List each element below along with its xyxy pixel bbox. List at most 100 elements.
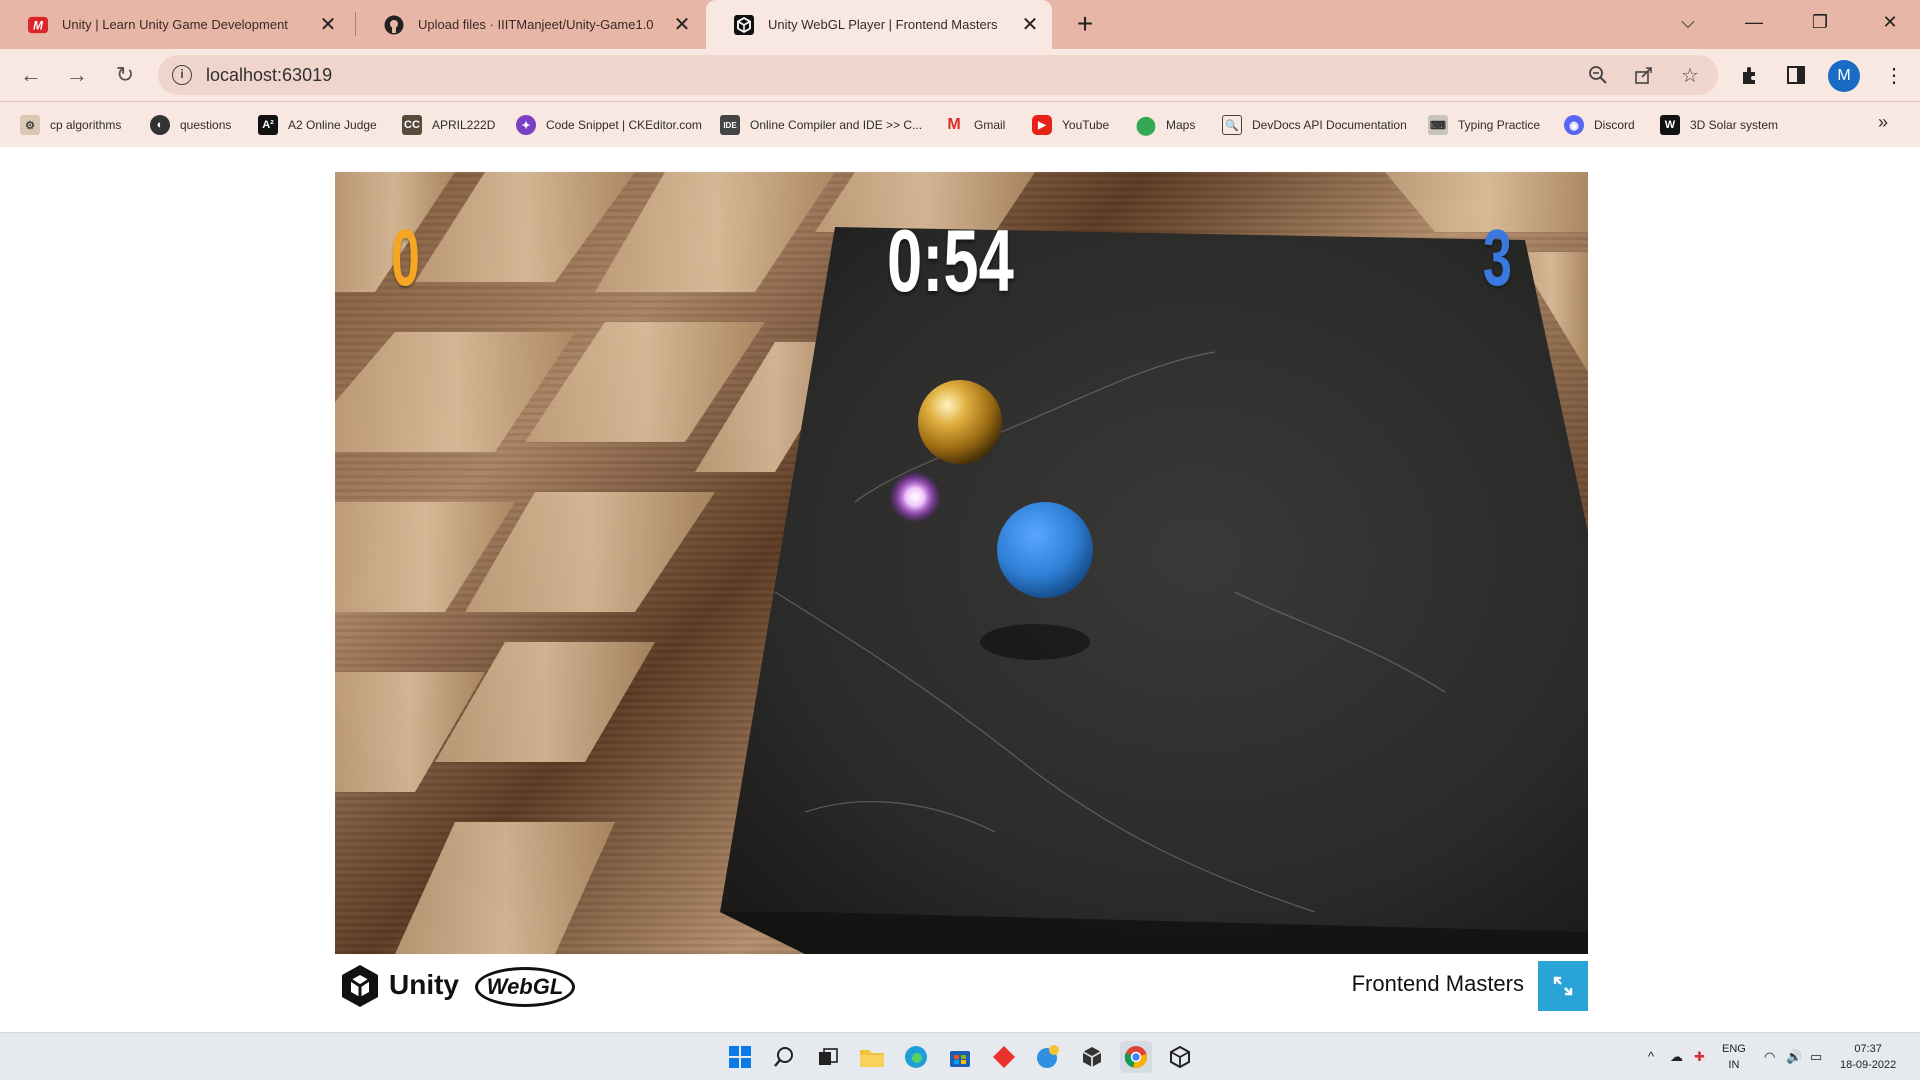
webgl-logo: WebGL: [475, 967, 575, 1007]
github-icon: [384, 15, 404, 35]
globe-icon: ◐: [150, 115, 170, 135]
bookmark-april222d[interactable]: CC APRIL222D: [402, 112, 495, 138]
wifi-icon[interactable]: ◠: [1764, 1049, 1775, 1065]
unity-hub-icon[interactable]: [1076, 1041, 1108, 1073]
close-window-icon[interactable]: ✕: [1862, 0, 1918, 44]
search-icon[interactable]: [768, 1041, 800, 1073]
forward-arrow-icon[interactable]: →: [62, 60, 92, 90]
bookmark-a2-online-judge[interactable]: A² A2 Online Judge: [258, 112, 377, 138]
tab-unity-learn[interactable]: M Unity | Learn Unity Game Development ✕: [0, 0, 350, 49]
product-name: Frontend Masters: [1351, 971, 1524, 996]
svg-text:M: M: [33, 18, 44, 32]
blue-ball: [997, 502, 1093, 598]
close-icon[interactable]: ✕: [316, 13, 340, 37]
marble-platform: [720, 227, 1588, 954]
tab-unity-webgl[interactable]: Unity WebGL Player | Frontend Masters ✕: [706, 0, 1052, 49]
task-view-icon[interactable]: [812, 1041, 844, 1073]
store-icon[interactable]: [944, 1041, 976, 1073]
bookmark-youtube[interactable]: ▶ YouTube: [1032, 112, 1109, 138]
close-icon[interactable]: ✕: [670, 13, 694, 37]
bookmarks-bar: ⚙ cp algorithms ◐ questions A² A2 Online…: [0, 101, 1920, 147]
reload-icon[interactable]: ↻: [110, 60, 140, 90]
extensions-icon[interactable]: [1736, 61, 1764, 89]
tab-title: Unity | Learn Unity Game Development: [62, 17, 288, 32]
bookmark-typing-practice[interactable]: ⌨ Typing Practice: [1428, 112, 1540, 138]
devdocs-icon: 🔍: [1222, 115, 1242, 135]
address-url[interactable]: localhost:63019: [206, 65, 332, 86]
unity-editor-icon[interactable]: [1164, 1041, 1196, 1073]
bookmark-label: APRIL222D: [432, 118, 496, 132]
pickup-orb: [889, 471, 941, 523]
bookmark-label: YouTube: [1062, 118, 1110, 132]
weather-app-icon[interactable]: [1032, 1041, 1064, 1073]
bookmark-3d-solar-system[interactable]: W 3D Solar system: [1660, 112, 1778, 138]
bookmark-ckeditor[interactable]: ✦ Code Snippet | CKEditor.com: [516, 112, 702, 138]
tab-strip: M Unity | Learn Unity Game Development ✕…: [0, 0, 1920, 49]
tab-github-upload[interactable]: Upload files · IIITManjeet/Unity-Game1.0…: [356, 0, 704, 49]
gold-ball: [918, 380, 1002, 464]
bookmark-maps[interactable]: ⬤ Maps: [1136, 112, 1195, 138]
system-clock[interactable]: 07:37 18-09-2022: [1840, 1041, 1896, 1073]
game-timer: 0:54: [887, 211, 1014, 310]
bookmark-label: 3D Solar system: [1690, 118, 1779, 132]
language-indicator[interactable]: ENG IN: [1722, 1041, 1746, 1073]
right-score: 3: [1483, 213, 1512, 302]
fullscreen-button[interactable]: [1538, 961, 1588, 1011]
bookmark-label: A2 Online Judge: [288, 118, 377, 132]
new-tab-button[interactable]: +: [1070, 10, 1100, 40]
antivirus-icon[interactable]: ✚: [1694, 1049, 1705, 1065]
left-score: 0: [391, 213, 420, 302]
menu-kebab-icon[interactable]: ⋮: [1880, 61, 1908, 89]
unity-canvas[interactable]: 0 0:54 3: [335, 172, 1588, 954]
share-icon[interactable]: [1632, 63, 1656, 87]
unity-learn-icon: M: [28, 15, 48, 35]
chrome-icon[interactable]: [1120, 1041, 1152, 1073]
ckeditor-icon: ✦: [516, 115, 536, 135]
side-panel-icon[interactable]: [1782, 61, 1810, 89]
bookmark-devdocs[interactable]: 🔍 DevDocs API Documentation: [1222, 112, 1407, 138]
bookmark-discord[interactable]: ◉ Discord: [1564, 112, 1635, 138]
back-arrow-icon[interactable]: ←: [16, 60, 46, 90]
bookmark-star-icon[interactable]: ☆: [1678, 63, 1702, 87]
minimize-icon[interactable]: —: [1726, 0, 1782, 44]
maps-icon: ⬤: [1135, 114, 1157, 135]
battery-icon[interactable]: ▭: [1810, 1049, 1822, 1065]
bookmark-questions[interactable]: ◐ questions: [150, 112, 231, 138]
cp-algorithms-icon: ⚙: [20, 115, 40, 135]
site-info-icon[interactable]: i: [172, 65, 192, 85]
address-bar[interactable]: i localhost:63019 ☆: [158, 55, 1718, 95]
volume-icon[interactable]: 🔊: [1786, 1049, 1802, 1065]
onedrive-icon[interactable]: ☁: [1670, 1049, 1683, 1065]
show-hidden-icons-icon[interactable]: ^: [1648, 1049, 1654, 1064]
red-app-icon[interactable]: [988, 1041, 1020, 1073]
cc-icon: CC: [402, 115, 422, 135]
expand-icon: [1553, 976, 1573, 996]
zoom-icon[interactable]: [1586, 63, 1610, 87]
youtube-icon: ▶: [1032, 115, 1052, 135]
close-icon[interactable]: ✕: [1018, 13, 1042, 37]
profile-avatar[interactable]: M: [1828, 60, 1860, 92]
w-icon: W: [1660, 115, 1680, 135]
bookmark-cp-algorithms[interactable]: ⚙ cp algorithms: [20, 112, 121, 138]
edge-icon[interactable]: [900, 1041, 932, 1073]
tab-title: Unity WebGL Player | Frontend Masters: [768, 17, 998, 32]
browser-toolbar: ← → ↻ i localhost:63019 ☆ ⋮: [0, 49, 1920, 101]
file-explorer-icon[interactable]: [856, 1041, 888, 1073]
ideone-icon: IDE: [720, 115, 740, 135]
bookmarks-overflow-icon[interactable]: »: [1878, 112, 1888, 133]
bookmark-label: cp algorithms: [50, 118, 122, 132]
bookmark-label: Typing Practice: [1458, 118, 1541, 132]
tab-search-icon[interactable]: ⌵: [1660, 0, 1716, 44]
typing-icon: ⌨: [1428, 115, 1448, 135]
bookmark-label: DevDocs API Documentation: [1252, 118, 1407, 132]
bookmark-label: Gmail: [974, 118, 1006, 132]
windows-start-icon[interactable]: [724, 1041, 756, 1073]
language-code: ENG: [1722, 1043, 1746, 1055]
clock-time: 07:37: [1854, 1043, 1882, 1055]
bookmark-label: Online Compiler and IDE >> C...: [750, 118, 923, 132]
bookmark-gmail[interactable]: M Gmail: [944, 112, 1005, 138]
bookmark-ideone[interactable]: IDE Online Compiler and IDE >> C...: [720, 112, 922, 138]
gmail-icon: M: [947, 116, 961, 133]
restore-icon[interactable]: ❐: [1792, 0, 1848, 44]
unity-icon: [734, 14, 754, 35]
